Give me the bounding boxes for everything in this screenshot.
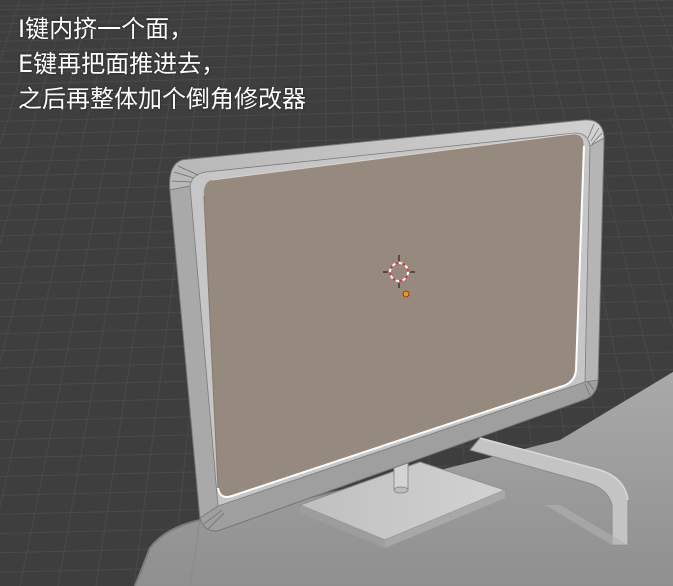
screen-face-mesh[interactable]	[203, 133, 585, 498]
caption-line-2: E键再把面推进去，	[18, 50, 226, 78]
object-origin-icon	[402, 290, 410, 298]
caption-line-3: 之后再整体加个倒角修改器	[18, 85, 306, 113]
tutorial-caption: I键内挤一个面， E键再把面推进去， 之后再整体加个倒角修改器	[18, 12, 306, 117]
caption-line-1: I键内挤一个面，	[18, 15, 194, 43]
3d-viewport[interactable]: I键内挤一个面， E键再把面推进去， 之后再整体加个倒角修改器	[0, 0, 673, 586]
